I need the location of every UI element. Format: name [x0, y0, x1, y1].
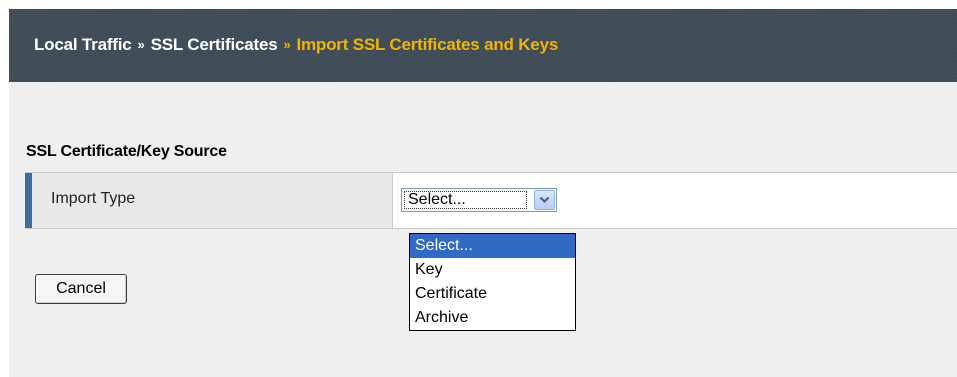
import-type-label-cell: Import Type [25, 173, 393, 228]
import-type-dropdown: Select... Key Certificate Archive [409, 233, 576, 331]
option-key[interactable]: Key [410, 258, 575, 282]
title-bar: Local Traffic » SSL Certificates » Import SS… [9, 9, 957, 82]
breadcrumb-item-local-traffic[interactable]: Local Traffic [34, 35, 132, 54]
import-type-row: Import Type Select... [25, 172, 957, 229]
section-title: SSL Certificate/Key Source [26, 143, 227, 160]
breadcrumb-separator-current: » [283, 37, 291, 52]
option-select[interactable]: Select... [410, 234, 575, 258]
breadcrumb-separator: » [137, 37, 145, 52]
chevron-down-icon [539, 196, 550, 204]
breadcrumb-item-ssl-certificates[interactable]: SSL Certificates [151, 35, 278, 54]
import-type-label: Import Type [51, 190, 136, 207]
cancel-button[interactable]: Cancel [35, 274, 127, 304]
option-archive[interactable]: Archive [410, 306, 575, 330]
option-certificate[interactable]: Certificate [410, 282, 575, 306]
page-panel: Local Traffic » SSL Certificates » Import SS… [9, 9, 957, 377]
import-type-select-value: Select... [404, 191, 527, 209]
breadcrumb-item-current: Import SSL Certificates and Keys [296, 35, 559, 54]
import-type-select-toggle[interactable] [534, 190, 555, 210]
breadcrumb: Local Traffic » SSL Certificates » Import SS… [34, 35, 558, 55]
import-type-select[interactable]: Select... [401, 188, 557, 212]
